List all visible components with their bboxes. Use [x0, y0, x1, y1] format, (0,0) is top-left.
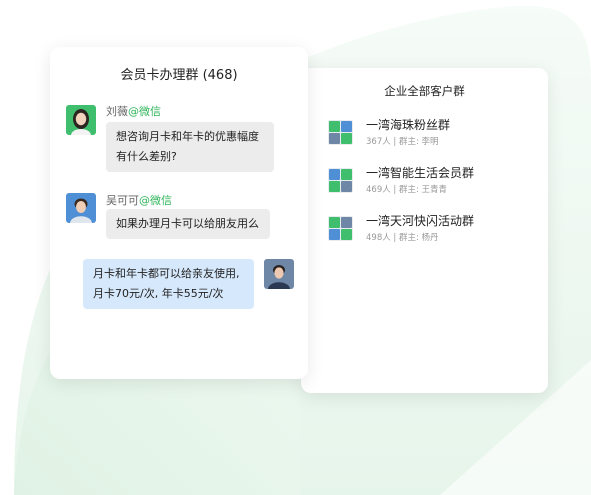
customer-groups-panel: 企业全部客户群 一湾海珠粉丝群 367人 | 群主: 李明 一湾智能生活会员群 …: [301, 68, 548, 393]
message-sender: 刘薇@微信: [106, 103, 161, 119]
group-item[interactable]: 一湾智能生活会员群 469人 | 群主: 王青青: [328, 164, 538, 200]
group-name: 一湾天河快闪活动群: [366, 214, 475, 228]
message-bubble-self: 月卡和年卡都可以给亲友使用, 月卡70元/次, 年卡55元/次: [83, 259, 254, 309]
group-meta: 469人 | 群主: 王青青: [366, 185, 448, 195]
avatar-liu-wei[interactable]: [66, 105, 96, 135]
message-line: 月卡和年卡都可以给亲友使用,: [93, 267, 240, 280]
message-bubble: 想咨询月卡和年卡的优惠幅度 有什么差别?: [106, 122, 274, 172]
message-line: 如果办理月卡可以给朋友用么: [116, 217, 259, 230]
group-meta: 367人 | 群主: 李明: [366, 137, 439, 147]
message-bubble: 如果办理月卡可以给朋友用么: [106, 209, 270, 239]
group-item[interactable]: 一湾天河快闪活动群 498人 | 群主: 杨丹: [328, 212, 538, 248]
chat-title: 会员卡办理群 (468): [120, 68, 238, 83]
message-sender: 吴可可@微信: [106, 192, 172, 208]
group-avatar-grid-icon: [328, 120, 353, 145]
avatar-self[interactable]: [264, 259, 294, 289]
group-name: 一湾海珠粉丝群: [366, 118, 451, 132]
groups-title: 企业全部客户群: [384, 84, 465, 98]
group-avatar-grid-icon: [328, 168, 353, 193]
message-line: 有什么差别?: [116, 150, 177, 163]
sender-name: 吴可可: [106, 194, 139, 207]
group-meta: 498人 | 群主: 杨丹: [366, 233, 439, 243]
group-item[interactable]: 一湾海珠粉丝群 367人 | 群主: 李明: [328, 116, 538, 152]
message-line: 想咨询月卡和年卡的优惠幅度: [116, 130, 259, 143]
sender-tag: @微信: [128, 105, 161, 118]
group-name: 一湾智能生活会员群: [366, 166, 475, 180]
message-line: 月卡70元/次, 年卡55元/次: [93, 287, 224, 300]
sender-name: 刘薇: [106, 105, 128, 118]
chat-window: 会员卡办理群 (468) 刘薇@微信 想咨询月卡和年卡的优惠幅度 有什么差别? …: [50, 47, 308, 379]
group-avatar-grid-icon: [328, 216, 353, 241]
avatar-wu-keke[interactable]: [66, 193, 96, 223]
sender-tag: @微信: [139, 194, 172, 207]
